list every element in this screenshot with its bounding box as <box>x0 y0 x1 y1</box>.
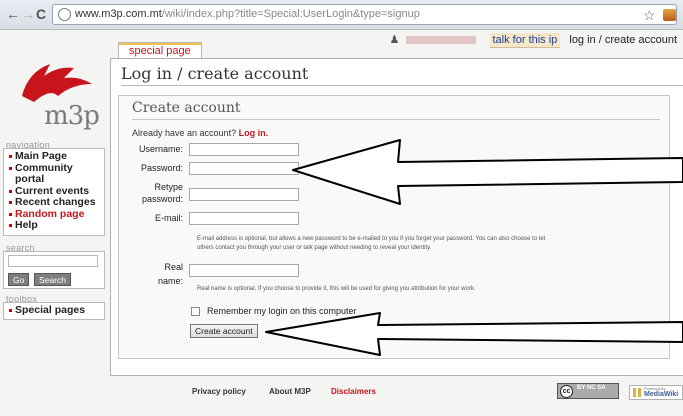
personal-bar: ♟ talk for this ip log in / create accou… <box>389 33 677 48</box>
browser-toolbar: ← → C www.m3p.com.mt/wiki/index.php?titl… <box>0 0 683 30</box>
back-icon[interactable]: ← <box>6 6 20 22</box>
user-icon: ♟ <box>389 34 400 46</box>
page-info-icon[interactable] <box>58 8 71 21</box>
ip-address-redacted <box>406 36 477 45</box>
bookmark-star-icon[interactable]: ☆ <box>643 7 656 24</box>
search-portlet: Go Search <box>3 251 105 289</box>
go-button[interactable]: Go <box>8 273 30 286</box>
create-account-button[interactable]: Create account <box>190 324 258 338</box>
real-name-help-text: Real name is optional. If you choose to … <box>197 286 476 292</box>
login-link[interactable]: log in / create account <box>569 34 677 46</box>
remember-me-checkbox[interactable] <box>191 307 200 316</box>
retype-password-label-line1: Retype <box>154 182 183 192</box>
sidebar-item-special-pages[interactable]: Special pages <box>9 304 100 317</box>
form-heading: Create account <box>132 100 241 116</box>
content-area: Log in / create account Create account A… <box>110 58 683 376</box>
email-help-text: E-mail address is optional, but allows a… <box>197 236 546 251</box>
username-label: Username: <box>138 144 183 154</box>
reload-icon[interactable]: C <box>36 6 46 22</box>
page: ♟ talk for this ip log in / create accou… <box>0 30 683 416</box>
cc-icon: cc <box>560 385 573 398</box>
forward-icon[interactable]: → <box>21 6 35 22</box>
toolbox-portlet: Special pages <box>3 302 105 320</box>
password-label: Password: <box>140 163 183 173</box>
create-account-form: Create account Already have an account? … <box>118 95 670 359</box>
disclaimers-link[interactable]: Disclaimers <box>331 387 376 396</box>
login-link[interactable]: Log in. <box>239 128 269 138</box>
email-label: E-mail: <box>154 213 183 223</box>
already-have-account-text: Already have an account? Log in. <box>132 128 269 138</box>
search-button[interactable]: Search <box>34 273 71 286</box>
about-link[interactable]: About M3P <box>269 387 311 396</box>
creative-commons-badge[interactable]: cc BY NC SA <box>557 383 619 399</box>
privacy-policy-link[interactable]: Privacy policy <box>192 387 246 396</box>
navigation-portlet: Main Page Community portal Current event… <box>3 148 105 236</box>
site-logo-text[interactable]: m3p <box>44 101 100 131</box>
real-name-field[interactable] <box>189 264 299 277</box>
mediawiki-icon <box>633 388 641 397</box>
email-field[interactable] <box>189 212 299 225</box>
sidebar-item-help[interactable]: Help <box>9 219 100 232</box>
address-bar[interactable]: www.m3p.com.mt/wiki/index.php?title=Spec… <box>52 4 677 25</box>
remember-me-label[interactable]: Remember my login on this computer <box>207 306 357 316</box>
powered-by-mediawiki-badge[interactable]: Powered By MediaWiki <box>629 385 683 400</box>
retype-password-label-line2: password: <box>141 194 183 204</box>
divider <box>121 85 683 86</box>
license-text: BY NC SA <box>577 385 606 391</box>
search-input[interactable] <box>8 255 98 267</box>
url-text: www.m3p.com.mt/wiki/index.php?title=Spec… <box>75 8 420 20</box>
extension-icon[interactable] <box>663 9 676 21</box>
sidebar-item-recent-changes[interactable]: Recent changes <box>9 196 100 209</box>
password-field[interactable] <box>189 162 299 175</box>
tab-special-page[interactable]: special page <box>118 42 202 59</box>
real-name-label-line2: name: <box>157 276 183 286</box>
retype-password-field[interactable] <box>189 188 299 201</box>
talk-link[interactable]: talk for this ip <box>489 33 561 48</box>
divider <box>132 119 660 120</box>
real-name-label-line1: Real <box>164 262 183 272</box>
sidebar-item-community-portal-cont[interactable]: portal <box>9 173 100 186</box>
page-title: Log in / create account <box>121 64 309 83</box>
username-field[interactable] <box>189 143 299 156</box>
footer: Privacy policy About M3P Disclaimers cc … <box>110 382 683 416</box>
sidebar-item-main-page[interactable]: Main Page <box>9 150 100 163</box>
